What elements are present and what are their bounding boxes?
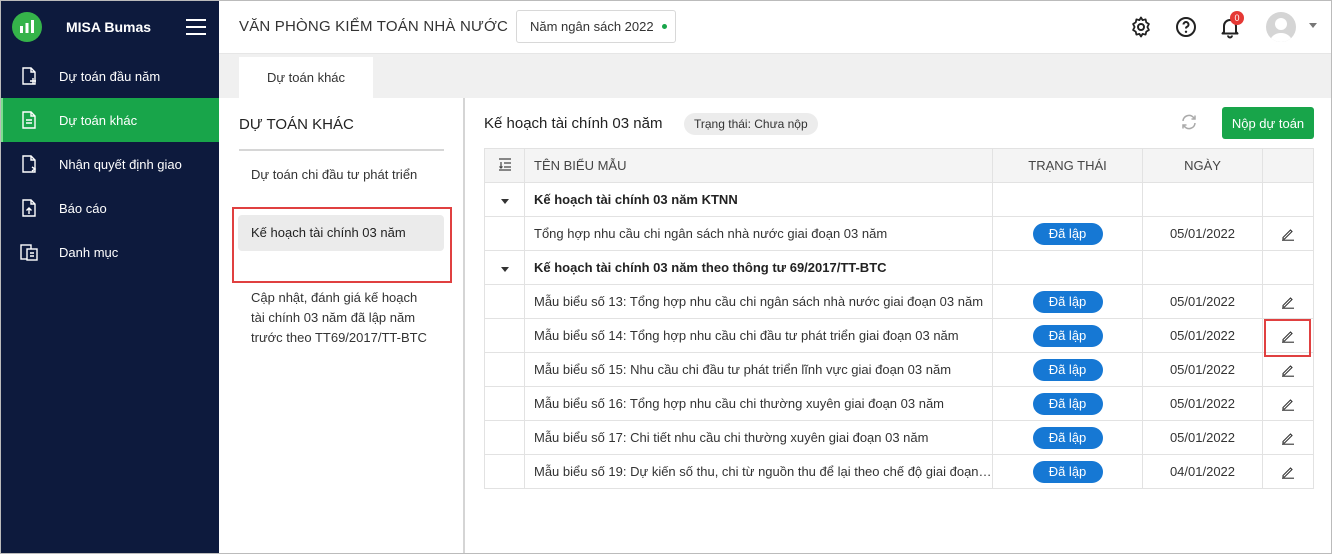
table-header-row: TÊN BIỂU MẪU TRẠNG THÁI NGÀY — [484, 148, 1314, 183]
column-header-date: NGÀY — [1142, 148, 1263, 183]
status-badge: Đã lập — [1032, 460, 1103, 483]
collapse-all-icon[interactable] — [484, 148, 525, 183]
form-name[interactable]: Mẫu biểu số 15: Nhu cầu chi đầu tư phát … — [524, 352, 993, 387]
document-upload-icon — [22, 199, 36, 217]
table-row[interactable]: Mẫu biểu số 17: Chi tiết nhu cầu chi thư… — [484, 420, 1314, 455]
group-title: Kế hoạch tài chính 03 năm theo thông tư … — [524, 250, 993, 285]
form-date: 05/01/2022 — [1142, 216, 1263, 251]
tab-bar: Dự toán khác — [219, 54, 1332, 98]
status-badge: Đã lập — [1032, 324, 1103, 347]
edit-button[interactable] — [1262, 216, 1314, 251]
table-group-row: Kế hoạch tài chính 03 năm KTNN — [484, 182, 1314, 217]
column-header-name: TÊN BIỂU MẪU — [524, 148, 993, 183]
edit-button[interactable] — [1262, 284, 1314, 319]
sidebar-item-label: Danh mục — [59, 244, 119, 260]
document-add-icon — [22, 67, 36, 85]
status-badge: Trạng thái: Chưa nộp — [684, 113, 818, 135]
status-badge: Đã lập — [1032, 222, 1103, 245]
caret-down-icon — [500, 199, 509, 204]
misa-logo-icon — [12, 12, 42, 42]
form-date: 05/01/2022 — [1142, 284, 1263, 319]
form-name[interactable]: Mẫu biểu số 14: Tổng hợp nhu cầu chi đầu… — [524, 318, 993, 353]
pencil-icon — [1282, 365, 1294, 378]
table-row[interactable]: Mẫu biểu số 19: Dự kiến số thu, chi từ n… — [484, 454, 1314, 489]
status-badge: Đã lập — [1032, 358, 1103, 381]
notification-badge: 0 — [1230, 11, 1244, 25]
expand-toggle[interactable] — [484, 250, 525, 285]
edit-button[interactable] — [1262, 454, 1314, 489]
caret-down-icon — [500, 267, 509, 272]
sidebar-item-du-toan-dau-nam[interactable]: Dự toán đầu năm — [0, 54, 219, 98]
table-row[interactable]: Mẫu biểu số 14: Tổng hợp nhu cầu chi đầu… — [484, 318, 1314, 353]
document-export-icon — [22, 155, 37, 173]
pencil-icon — [1282, 297, 1294, 310]
form-name[interactable]: Mẫu biểu số 17: Chi tiết nhu cầu chi thư… — [524, 420, 993, 455]
page-title: Kế hoạch tài chính 03 năm — [484, 115, 663, 132]
status-badge: Đã lập — [1032, 290, 1103, 313]
form-name[interactable]: Mẫu biểu số 13: Tổng hợp nhu cầu chi ngâ… — [524, 284, 993, 319]
document-icon — [22, 111, 36, 129]
group-title: Kế hoạch tài chính 03 năm KTNN — [524, 182, 993, 217]
edit-button[interactable] — [1262, 386, 1314, 421]
catalog-icon — [20, 244, 38, 261]
budget-year-selector[interactable]: Năm ngân sách 2022 — [516, 10, 676, 43]
submit-budget-button[interactable]: Nộp dự toán — [1222, 107, 1314, 139]
sidebar-item-label: Báo cáo — [59, 200, 107, 216]
refresh-icon[interactable] — [1180, 113, 1198, 131]
table-row[interactable]: Mẫu biểu số 13: Tổng hợp nhu cầu chi ngâ… — [484, 284, 1314, 319]
sidebar-item-danh-muc[interactable]: Danh mục — [0, 230, 219, 274]
budget-year-label: Năm ngân sách 2022 — [530, 19, 654, 34]
status-badge: Đã lập — [1032, 392, 1103, 415]
sidebar-item-label: Nhận quyết định giao — [59, 156, 182, 172]
sidebar-item-du-toan-khac[interactable]: Dự toán khác — [0, 98, 219, 142]
column-header-status: TRẠNG THÁI — [992, 148, 1143, 183]
tab-du-toan-khac[interactable]: Dự toán khác — [239, 57, 373, 98]
left-panel-item-du-toan-chi-dau-tu[interactable]: Dự toán chi đầu tư phát triển — [238, 165, 444, 185]
pencil-icon — [1282, 433, 1294, 446]
form-name[interactable]: Tổng hợp nhu cầu chi ngân sách nhà nước … — [524, 216, 993, 251]
status-dot-icon — [661, 24, 667, 29]
expand-toggle[interactable] — [484, 182, 525, 217]
table-row[interactable]: Mẫu biểu số 16: Tổng hợp nhu cầu chi thư… — [484, 386, 1314, 421]
form-name[interactable]: Mẫu biểu số 19: Dự kiến số thu, chi từ n… — [524, 454, 993, 489]
chevron-down-icon[interactable] — [1309, 23, 1317, 28]
divider — [239, 149, 444, 151]
left-panel: DỰ TOÁN KHÁC Dự toán chi đầu tư phát tri… — [219, 98, 465, 554]
form-name[interactable]: Mẫu biểu số 16: Tổng hợp nhu cầu chi thư… — [524, 386, 993, 421]
header: VĂN PHÒNG KIỂM TOÁN NHÀ NƯỚC Năm ngân sá… — [219, 0, 1332, 54]
edit-button[interactable] — [1262, 420, 1314, 455]
brand-name: MISA Bumas — [66, 19, 152, 35]
gear-icon[interactable] — [1129, 15, 1153, 39]
form-date: 04/01/2022 — [1142, 454, 1263, 489]
hamburger-menu-icon[interactable] — [186, 19, 206, 35]
table-row[interactable]: Tổng hợp nhu cầu chi ngân sách nhà nước … — [484, 216, 1314, 251]
sidebar-item-bao-cao[interactable]: Báo cáo — [0, 186, 219, 230]
pencil-icon — [1282, 229, 1294, 242]
table-row[interactable]: Mẫu biểu số 15: Nhu cầu chi đầu tư phát … — [484, 352, 1314, 387]
sidebar-item-label: Dự toán khác — [59, 112, 138, 128]
pencil-icon — [1282, 399, 1294, 412]
form-date: 05/01/2022 — [1142, 352, 1263, 387]
pencil-icon — [1282, 467, 1294, 480]
avatar[interactable] — [1266, 12, 1296, 42]
form-date: 05/01/2022 — [1142, 318, 1263, 353]
form-date: 05/01/2022 — [1142, 386, 1263, 421]
sidebar-item-nhan-quyet-dinh-giao[interactable]: Nhận quyết định giao — [0, 142, 219, 186]
forms-table: TÊN BIỂU MẪU TRẠNG THÁI NGÀY Kế hoạch tà… — [484, 148, 1314, 489]
left-panel-title: DỰ TOÁN KHÁC — [239, 116, 354, 133]
sidebar: MISA Bumas Dự toán đầu năm Dự toán khác … — [0, 0, 219, 554]
edit-button[interactable] — [1262, 352, 1314, 387]
table-group-row: Kế hoạch tài chính 03 năm theo thông tư … — [484, 250, 1314, 285]
status-badge: Đã lập — [1032, 426, 1103, 449]
help-icon[interactable] — [1174, 15, 1198, 39]
left-panel-item-cap-nhat-danh-gia[interactable]: Cập nhật, đánh giá kế hoạch tài chính 03… — [238, 288, 444, 348]
form-date: 05/01/2022 — [1142, 420, 1263, 455]
sidebar-item-label: Dự toán đầu năm — [59, 68, 161, 84]
column-header-actions — [1262, 148, 1314, 183]
highlight-box — [1264, 319, 1311, 357]
organization-name: VĂN PHÒNG KIỂM TOÁN NHÀ NƯỚC — [239, 18, 509, 35]
highlight-box — [232, 207, 452, 283]
